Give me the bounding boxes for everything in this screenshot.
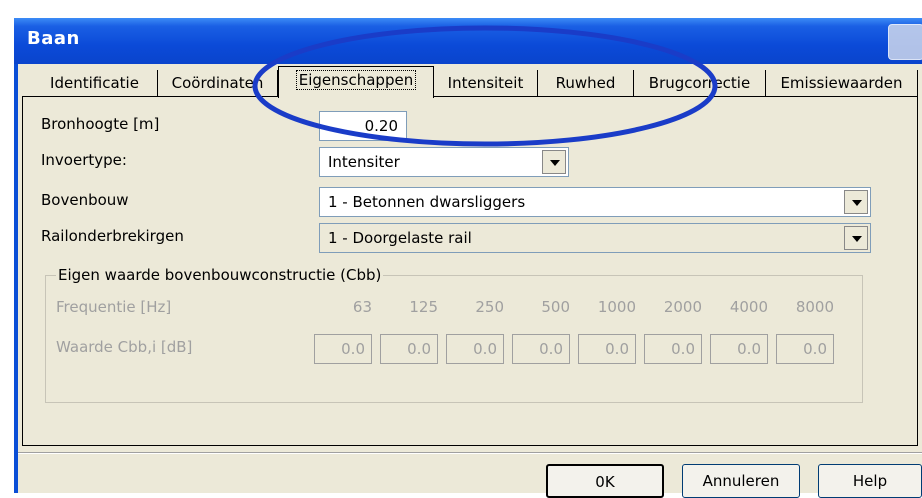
tab-coordinaten[interactable]: Coördinaten — [158, 70, 278, 96]
tab-panel: Bronhoogte [m] 0.20 Invoertype: Intensit… — [22, 96, 918, 446]
close-button[interactable] — [888, 24, 922, 60]
freq-250: 250 — [475, 298, 504, 316]
frequentie-label: Frequentie [Hz] — [56, 298, 172, 316]
tab-strip: Identificatie Coördinaten Eigenschappen … — [18, 64, 922, 98]
invoertype-label: Invoertype: — [41, 151, 127, 169]
button-separator — [18, 452, 922, 454]
cbb-value-4000[interactable]: 0.0 — [710, 334, 768, 364]
title-bar[interactable]: Baan — [14, 18, 922, 64]
dialog-window: Baan Identificatie Coördinaten Eigenscha… — [14, 18, 922, 498]
freq-1000: 1000 — [597, 298, 636, 316]
cbb-group-title: Eigen waarde bovenbouwconstructie (Cbb) — [56, 266, 384, 284]
cbb-value-250[interactable]: 0.0 — [446, 334, 504, 364]
freq-63: 63 — [352, 298, 372, 316]
bronhoogte-label: Bronhoogte [m] — [41, 115, 160, 133]
bovenbouw-select[interactable]: 1 - Betonnen dwarsliggers — [319, 187, 871, 217]
tab-brugcorrectie[interactable]: Brugcorrectie — [634, 70, 766, 96]
cbb-value-500[interactable]: 0.0 — [512, 334, 570, 364]
freq-4000: 4000 — [729, 298, 768, 316]
window-title: Baan — [27, 28, 80, 49]
cbb-groupbox: Eigen waarde bovenbouwconstructie (Cbb) … — [45, 266, 863, 403]
cbb-value-2000[interactable]: 0.0 — [644, 334, 702, 364]
railonderbrekingen-label: Railonderbrekirgen — [41, 227, 184, 245]
waarde-label: Waarde Cbb,i [dB] — [56, 338, 193, 356]
bovenbouw-value: 1 - Betonnen dwarsliggers — [328, 193, 526, 211]
railonderbrekingen-value: 1 - Doorgelaste rail — [328, 229, 472, 247]
tab-eigenschappen[interactable]: Eigenschappen — [278, 66, 434, 98]
chevron-down-icon[interactable] — [542, 150, 566, 174]
tab-intensiteit[interactable]: Intensiteit — [434, 70, 538, 96]
freq-2000: 2000 — [663, 298, 702, 316]
dialog-body: Identificatie Coördinaten Eigenschappen … — [18, 64, 922, 498]
freq-8000: 8000 — [795, 298, 834, 316]
cbb-value-125[interactable]: 0.0 — [380, 334, 438, 364]
cbb-value-1000[interactable]: 0.0 — [578, 334, 636, 364]
chevron-down-icon[interactable] — [844, 190, 868, 214]
tab-identificatie[interactable]: Identificatie — [32, 70, 158, 96]
tab-eigenschappen-label: Eigenschappen — [295, 70, 417, 90]
freq-125: 125 — [409, 298, 438, 316]
invoertype-value: Intensiter — [328, 153, 400, 171]
bronhoogte-input[interactable]: 0.20 — [319, 111, 407, 141]
cbb-value-63[interactable]: 0.0 — [314, 334, 372, 364]
railonderbrekingen-select[interactable]: 1 - Doorgelaste rail — [319, 223, 871, 253]
tab-emissiewaarden[interactable]: Emissiewaarden — [766, 70, 918, 96]
freq-500: 500 — [541, 298, 570, 316]
invoertype-select[interactable]: Intensiter — [319, 147, 569, 177]
cbb-value-8000[interactable]: 0.0 — [776, 334, 834, 364]
tab-ruwheid[interactable]: Ruwhed — [538, 70, 634, 96]
bovenbouw-label: Bovenbouw — [41, 191, 129, 209]
chevron-down-icon[interactable] — [844, 226, 868, 250]
